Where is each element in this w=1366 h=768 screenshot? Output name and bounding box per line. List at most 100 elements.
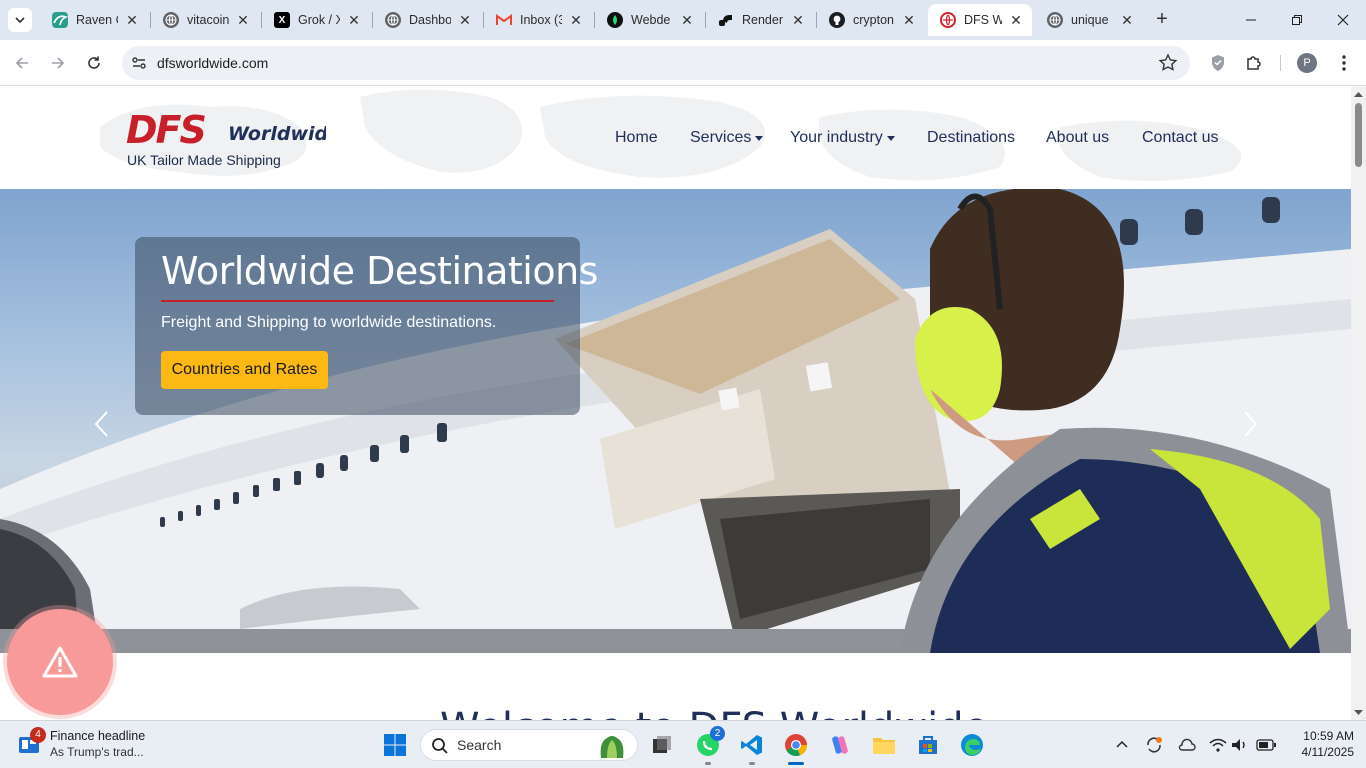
restore-icon bbox=[1292, 15, 1302, 25]
raven-icon bbox=[52, 12, 68, 28]
globe-icon bbox=[1047, 12, 1063, 28]
nav-destinations[interactable]: Destinations bbox=[927, 129, 1015, 147]
hero-caption-panel: Worldwide Destinations Freight and Shipp… bbox=[135, 237, 598, 415]
browser-tab[interactable]: vitacoin ✕ bbox=[151, 4, 259, 36]
browser-menu-button[interactable] bbox=[1330, 49, 1358, 77]
browser-tab-active[interactable]: DFS Wo ✕ bbox=[928, 4, 1032, 36]
welcome-heading: Welcome to DFS Worldwide bbox=[440, 705, 988, 720]
tab-title: Webde bbox=[631, 13, 671, 27]
close-tab-icon[interactable]: ✕ bbox=[1008, 12, 1024, 28]
taskbar-search[interactable]: Search bbox=[420, 729, 638, 761]
profile-avatar[interactable]: P bbox=[1297, 53, 1317, 73]
browser-tab[interactable]: X Grok / X ✕ bbox=[262, 4, 370, 36]
address-bar[interactable]: dfsworldwide.com bbox=[122, 46, 1190, 80]
nav-your-industry[interactable]: Your industry bbox=[790, 129, 895, 147]
hero-carousel: Worldwide Destinations Freight and Shipp… bbox=[0, 189, 1351, 653]
carousel-prev-icon[interactable] bbox=[92, 409, 112, 439]
tab-title: Inbox (3 bbox=[520, 13, 562, 27]
scroll-up-icon[interactable] bbox=[1354, 90, 1363, 99]
warning-triangle-icon bbox=[42, 646, 78, 678]
news-badge: 4 bbox=[30, 727, 46, 743]
close-window-button[interactable] bbox=[1320, 0, 1366, 40]
arrow-left-icon bbox=[15, 57, 28, 69]
new-tab-button[interactable]: + bbox=[1150, 8, 1174, 32]
folder-icon bbox=[873, 738, 895, 754]
news-widget[interactable]: 4 Finance headline As Trump's trad... bbox=[16, 727, 186, 763]
file-explorer-app[interactable] bbox=[868, 729, 900, 761]
whatsapp-app[interactable]: 2 bbox=[692, 726, 725, 761]
puzzle-icon bbox=[1247, 56, 1261, 70]
bookmark-star-icon[interactable] bbox=[1158, 53, 1178, 73]
close-tab-icon[interactable]: ✕ bbox=[568, 12, 584, 28]
nav-about-us[interactable]: About us bbox=[1046, 129, 1109, 147]
close-tab-icon[interactable]: ✕ bbox=[901, 12, 917, 28]
store-icon bbox=[919, 736, 937, 754]
more-vertical-icon bbox=[1342, 55, 1346, 71]
browser-tab[interactable]: Webde ✕ bbox=[595, 4, 703, 36]
browser-tab[interactable]: unique ✕ bbox=[1035, 4, 1143, 36]
tab-title: Render bbox=[742, 13, 783, 27]
alert-button[interactable] bbox=[7, 609, 113, 715]
restore-button[interactable] bbox=[1274, 0, 1320, 40]
reload-button[interactable] bbox=[80, 49, 108, 77]
browser-tab[interactable]: Render ✕ bbox=[706, 4, 814, 36]
scroll-down-icon[interactable] bbox=[1354, 708, 1363, 717]
back-button[interactable] bbox=[8, 49, 36, 77]
close-tab-icon[interactable]: ✕ bbox=[346, 12, 362, 28]
taskbar-clock[interactable]: 10:59 AM 4/11/2025 bbox=[1284, 728, 1355, 760]
browser-tab[interactable]: crypton ✕ bbox=[817, 4, 925, 36]
tab-title: vitacoin bbox=[187, 13, 229, 27]
volume-tray-button[interactable] bbox=[1230, 735, 1250, 755]
scroll-thumb[interactable] bbox=[1355, 103, 1362, 167]
chevron-down-icon bbox=[15, 17, 25, 24]
browser-tab[interactable]: Inbox (3 ✕ bbox=[484, 4, 592, 36]
tray-overflow-button[interactable] bbox=[1112, 735, 1132, 755]
wifi-tray-button[interactable] bbox=[1208, 735, 1228, 755]
chrome-app[interactable] bbox=[780, 729, 812, 761]
tab-strip: Raven C ✕ vitacoin ✕ X Grok / X ✕ Dashbo… bbox=[0, 0, 1366, 40]
sync-tray-icon-button[interactable] bbox=[1144, 735, 1164, 755]
whatsapp-badge: 2 bbox=[710, 726, 725, 741]
speaker-icon bbox=[1232, 739, 1245, 751]
store-app[interactable] bbox=[912, 729, 944, 761]
minimize-button[interactable] bbox=[1228, 0, 1274, 40]
reload-icon bbox=[88, 56, 100, 69]
nav-services[interactable]: Services bbox=[690, 129, 764, 147]
onedrive-tray-button[interactable] bbox=[1177, 735, 1197, 755]
browser-tab[interactable]: Dashbo ✕ bbox=[373, 4, 481, 36]
extensions-button[interactable] bbox=[1240, 49, 1268, 77]
logo-mark-text: DFS bbox=[126, 109, 206, 149]
close-tab-icon[interactable]: ✕ bbox=[790, 12, 806, 28]
close-tab-icon[interactable]: ✕ bbox=[679, 12, 695, 28]
windows-logo-icon bbox=[384, 734, 406, 756]
countries-and-rates-button[interactable]: Countries and Rates bbox=[161, 351, 328, 389]
start-button[interactable] bbox=[379, 729, 411, 761]
edge-app[interactable] bbox=[956, 729, 988, 761]
news-title: Finance headline bbox=[50, 729, 146, 743]
nav-home[interactable]: Home bbox=[615, 129, 658, 147]
copilot-app[interactable] bbox=[824, 729, 856, 761]
tab-title: crypton bbox=[853, 13, 894, 27]
close-tab-icon[interactable]: ✕ bbox=[457, 12, 473, 28]
tab-search-button[interactable] bbox=[8, 8, 32, 32]
battery-tray-button[interactable] bbox=[1256, 735, 1276, 755]
vscode-app[interactable] bbox=[736, 729, 768, 761]
browser-tab[interactable]: Raven C ✕ bbox=[40, 4, 148, 36]
task-view-button[interactable] bbox=[646, 729, 678, 761]
close-tab-icon[interactable]: ✕ bbox=[124, 12, 140, 28]
tab-title: Dashbo bbox=[409, 13, 451, 27]
minimize-icon bbox=[1246, 19, 1256, 21]
url-text[interactable]: dfsworldwide.com bbox=[157, 55, 268, 71]
browser-toolbar: dfsworldwide.com P bbox=[0, 40, 1366, 86]
close-tab-icon[interactable]: ✕ bbox=[235, 12, 251, 28]
site-settings-icon[interactable] bbox=[130, 54, 148, 72]
page-scrollbar[interactable] bbox=[1351, 87, 1366, 720]
dfs-logo[interactable]: DFS Worldwide bbox=[126, 109, 326, 149]
extension-shield-button[interactable] bbox=[1204, 49, 1232, 77]
close-tab-icon[interactable]: ✕ bbox=[1119, 12, 1135, 28]
carousel-next-icon[interactable] bbox=[1240, 409, 1260, 439]
render-icon bbox=[718, 12, 734, 28]
copilot-icon bbox=[832, 736, 848, 754]
nav-contact-us[interactable]: Contact us bbox=[1142, 129, 1218, 147]
forward-button[interactable] bbox=[44, 49, 72, 77]
